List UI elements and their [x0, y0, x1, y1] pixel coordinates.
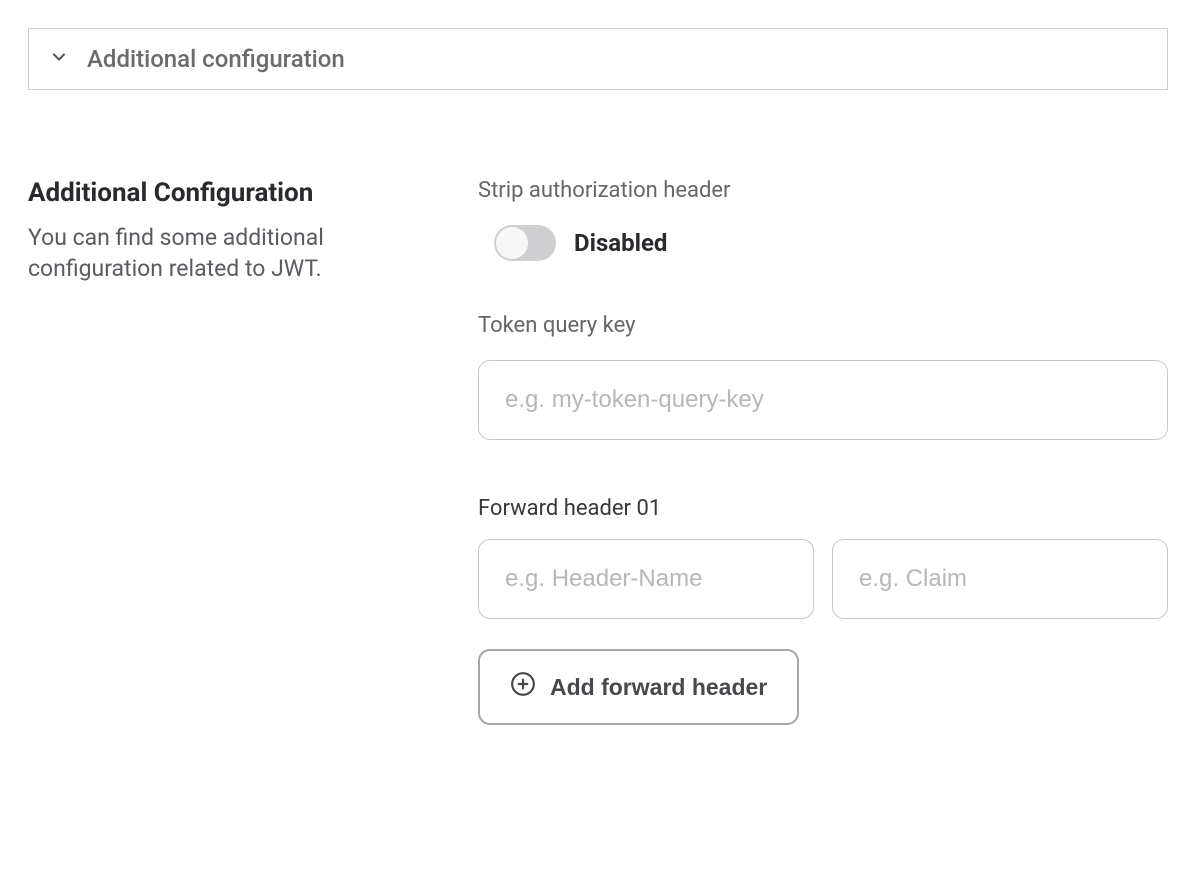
- strip-auth-toggle[interactable]: [494, 225, 556, 261]
- plus-circle-icon: [510, 671, 536, 703]
- strip-auth-toggle-row: Disabled: [478, 225, 1168, 261]
- strip-auth-label: Strip authorization header: [478, 178, 1168, 203]
- configuration-content: Additional Configuration You can find so…: [28, 178, 1168, 725]
- section-info: Additional Configuration You can find so…: [28, 178, 438, 725]
- additional-configuration-accordion[interactable]: Additional configuration: [28, 28, 1168, 90]
- forward-header-row: [478, 539, 1168, 619]
- forward-header-name-input[interactable]: [478, 539, 814, 619]
- chevron-down-icon: [49, 47, 69, 71]
- form-fields: Strip authorization header Disabled Toke…: [478, 178, 1168, 725]
- token-query-input[interactable]: [478, 360, 1168, 440]
- strip-auth-status: Disabled: [574, 229, 667, 257]
- section-description: You can find some additional configurati…: [28, 222, 438, 284]
- add-forward-header-label: Add forward header: [550, 674, 767, 701]
- forward-header-group: Forward header 01 Add forward header: [478, 496, 1168, 725]
- forward-header-label: Forward header 01: [478, 496, 1168, 521]
- forward-header-claim-input[interactable]: [832, 539, 1168, 619]
- strip-auth-group: Strip authorization header Disabled: [478, 178, 1168, 261]
- add-forward-header-button[interactable]: Add forward header: [478, 649, 799, 725]
- accordion-title: Additional configuration: [87, 45, 345, 73]
- token-query-label: Token query key: [478, 313, 1168, 338]
- section-heading: Additional Configuration: [28, 178, 438, 208]
- toggle-knob: [496, 227, 528, 259]
- token-query-group: Token query key: [478, 313, 1168, 440]
